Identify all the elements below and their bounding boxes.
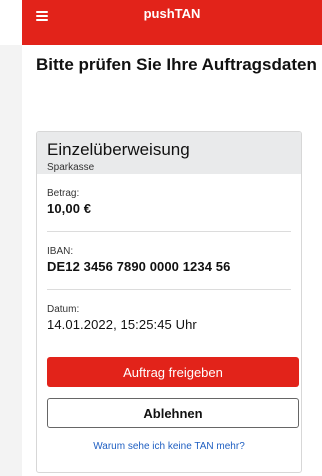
date-value: 14.01.2022, 15:25:45 Uhr [47, 317, 197, 332]
approve-order-button[interactable]: Auftrag freigeben [47, 357, 299, 387]
iban-field: IBAN: DE12 3456 7890 0000 1234 56 [47, 232, 291, 290]
iban-label: IBAN: [47, 246, 74, 257]
order-card: Einzelüberweisung Sparkasse Betrag: 10,0… [36, 131, 302, 473]
menu-line [36, 15, 48, 17]
date-field: Datum: 14.01.2022, 15:25:45 Uhr [47, 290, 291, 348]
top-app-bar: pushTAN [22, 0, 322, 45]
amount-label: Betrag: [47, 188, 80, 199]
menu-line [36, 19, 48, 21]
reject-button[interactable]: Ablehnen [47, 398, 299, 428]
hamburger-menu-icon[interactable] [36, 11, 48, 21]
order-type: Einzelüberweisung [47, 140, 190, 159]
menu-line [36, 11, 48, 13]
order-card-header: Einzelüberweisung Sparkasse [37, 132, 301, 174]
left-edge [0, 45, 22, 476]
bank-name: Sparkasse [47, 162, 95, 173]
date-label: Datum: [47, 304, 80, 315]
app-title: pushTAN [143, 6, 201, 21]
pushtan-screen: pushTAN Bitte prüfen Sie Ihre Auftragsda… [0, 0, 322, 476]
iban-value: DE12 3456 7890 0000 1234 56 [47, 259, 231, 274]
amount-field: Betrag: 10,00 € [47, 174, 291, 232]
page-title: Bitte prüfen Sie Ihre Auftragsdaten [36, 55, 317, 74]
no-tan-help-link[interactable]: Warum sehe ich keine TAN mehr? [37, 441, 301, 452]
amount-value: 10,00 € [47, 201, 92, 216]
